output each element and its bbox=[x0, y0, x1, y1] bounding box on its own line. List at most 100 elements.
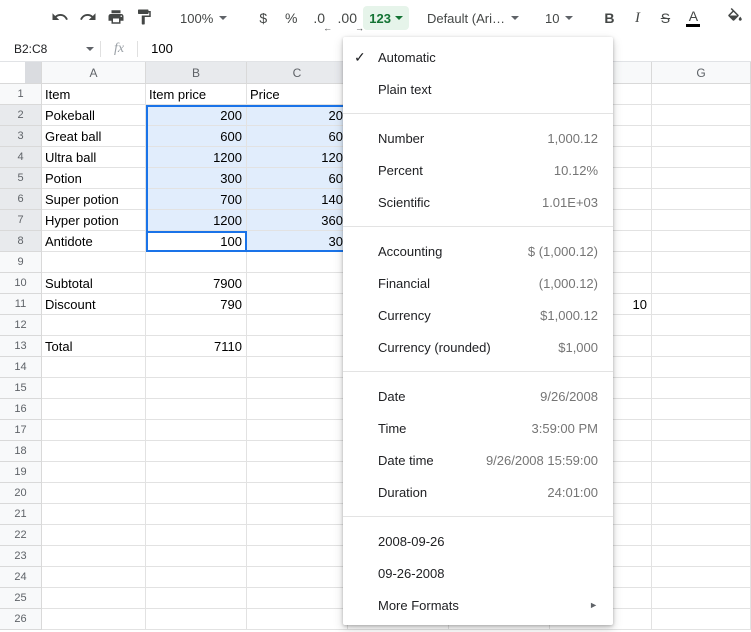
cell-C23[interactable] bbox=[247, 546, 348, 567]
row-header-23[interactable]: 23 bbox=[0, 546, 42, 567]
cell-C2[interactable]: 20 bbox=[247, 105, 348, 126]
cell-B14[interactable] bbox=[146, 357, 247, 378]
cell-C6[interactable]: 140 bbox=[247, 189, 348, 210]
row-header-16[interactable]: 16 bbox=[0, 399, 42, 420]
cell-C21[interactable] bbox=[247, 504, 348, 525]
cell-C18[interactable] bbox=[247, 441, 348, 462]
cell-G20[interactable] bbox=[652, 483, 751, 504]
row-header-3[interactable]: 3 bbox=[0, 126, 42, 147]
cell-B16[interactable] bbox=[146, 399, 247, 420]
row-header-22[interactable]: 22 bbox=[0, 525, 42, 546]
cell-C16[interactable] bbox=[247, 399, 348, 420]
cell-B11[interactable]: 790 bbox=[146, 294, 247, 315]
row-header-6[interactable]: 6 bbox=[0, 189, 42, 210]
cell-A18[interactable] bbox=[42, 441, 146, 462]
cell-B8[interactable]: 100 bbox=[146, 231, 247, 252]
cell-B22[interactable] bbox=[146, 525, 247, 546]
font-selector[interactable]: Default (Ari… bbox=[423, 11, 523, 26]
cell-C9[interactable] bbox=[247, 252, 348, 273]
cell-A7[interactable]: Hyper potion bbox=[42, 210, 146, 231]
cell-G16[interactable] bbox=[652, 399, 751, 420]
print-button[interactable] bbox=[102, 4, 130, 32]
cell-G24[interactable] bbox=[652, 567, 751, 588]
cell-B20[interactable] bbox=[146, 483, 247, 504]
cell-G23[interactable] bbox=[652, 546, 751, 567]
cell-A16[interactable] bbox=[42, 399, 146, 420]
cell-G21[interactable] bbox=[652, 504, 751, 525]
row-header-20[interactable]: 20 bbox=[0, 483, 42, 504]
cell-G12[interactable] bbox=[652, 315, 751, 336]
cell-C20[interactable] bbox=[247, 483, 348, 504]
cell-G6[interactable] bbox=[652, 189, 751, 210]
row-header-18[interactable]: 18 bbox=[0, 441, 42, 462]
cell-B5[interactable]: 300 bbox=[146, 168, 247, 189]
cell-G26[interactable] bbox=[652, 609, 751, 630]
cell-B2[interactable]: 200 bbox=[146, 105, 247, 126]
format-currency-button[interactable]: $ bbox=[249, 4, 277, 32]
column-header-A[interactable]: A bbox=[42, 62, 146, 84]
row-header-14[interactable]: 14 bbox=[0, 357, 42, 378]
cell-B19[interactable] bbox=[146, 462, 247, 483]
cell-A20[interactable] bbox=[42, 483, 146, 504]
menu-item-duration[interactable]: Duration24:01:00 bbox=[343, 476, 613, 508]
menu-item-automatic[interactable]: ✓Automatic bbox=[343, 41, 613, 73]
row-header-17[interactable]: 17 bbox=[0, 420, 42, 441]
cell-G19[interactable] bbox=[652, 462, 751, 483]
name-box[interactable]: B2:C8 bbox=[0, 42, 100, 56]
cell-B15[interactable] bbox=[146, 378, 247, 399]
column-header-G[interactable]: G bbox=[652, 62, 751, 84]
cell-G3[interactable] bbox=[652, 126, 751, 147]
cell-G17[interactable] bbox=[652, 420, 751, 441]
cell-G11[interactable] bbox=[652, 294, 751, 315]
menu-item-more-formats[interactable]: More Formats► bbox=[343, 589, 613, 621]
cell-B17[interactable] bbox=[146, 420, 247, 441]
cell-A8[interactable]: Antidote bbox=[42, 231, 146, 252]
cell-A10[interactable]: Subtotal bbox=[42, 273, 146, 294]
menu-item-currency-rounded[interactable]: Currency (rounded)$1,000 bbox=[343, 331, 613, 363]
cell-A21[interactable] bbox=[42, 504, 146, 525]
cell-C19[interactable] bbox=[247, 462, 348, 483]
cell-B7[interactable]: 1200 bbox=[146, 210, 247, 231]
font-size-selector[interactable]: 10 bbox=[537, 11, 581, 26]
cell-A1[interactable]: Item bbox=[42, 84, 146, 105]
cell-C15[interactable] bbox=[247, 378, 348, 399]
cell-G25[interactable] bbox=[652, 588, 751, 609]
cell-B21[interactable] bbox=[146, 504, 247, 525]
cell-B26[interactable] bbox=[146, 609, 247, 630]
zoom-selector[interactable]: 100% bbox=[172, 11, 235, 26]
cell-G10[interactable] bbox=[652, 273, 751, 294]
row-header-4[interactable]: 4 bbox=[0, 147, 42, 168]
cell-G14[interactable] bbox=[652, 357, 751, 378]
cell-G22[interactable] bbox=[652, 525, 751, 546]
row-header-26[interactable]: 26 bbox=[0, 609, 42, 630]
increase-decimal-button[interactable]: .00→ bbox=[333, 4, 361, 32]
cell-G15[interactable] bbox=[652, 378, 751, 399]
cell-B24[interactable] bbox=[146, 567, 247, 588]
format-percent-button[interactable]: % bbox=[277, 4, 305, 32]
strikethrough-button[interactable]: S bbox=[651, 4, 679, 32]
text-color-button[interactable]: A bbox=[679, 4, 707, 32]
cell-C14[interactable] bbox=[247, 357, 348, 378]
cell-B13[interactable]: 7110 bbox=[146, 336, 247, 357]
cell-B1[interactable]: Item price bbox=[146, 84, 247, 105]
fill-color-button[interactable] bbox=[721, 4, 749, 32]
cell-A3[interactable]: Great ball bbox=[42, 126, 146, 147]
cell-C11[interactable] bbox=[247, 294, 348, 315]
row-header-9[interactable]: 9 bbox=[0, 252, 42, 273]
menu-item-date-time[interactable]: Date time9/26/2008 15:59:00 bbox=[343, 444, 613, 476]
row-header-8[interactable]: 8 bbox=[0, 231, 42, 252]
row-header-15[interactable]: 15 bbox=[0, 378, 42, 399]
cell-A22[interactable] bbox=[42, 525, 146, 546]
cell-A2[interactable]: Pokeball bbox=[42, 105, 146, 126]
cell-A24[interactable] bbox=[42, 567, 146, 588]
cell-C5[interactable]: 60 bbox=[247, 168, 348, 189]
cell-C25[interactable] bbox=[247, 588, 348, 609]
cell-G13[interactable] bbox=[652, 336, 751, 357]
row-header-1[interactable]: 1 bbox=[0, 84, 42, 105]
row-header-24[interactable]: 24 bbox=[0, 567, 42, 588]
row-header-21[interactable]: 21 bbox=[0, 504, 42, 525]
cell-G1[interactable] bbox=[652, 84, 751, 105]
undo-button[interactable] bbox=[46, 4, 74, 32]
row-header-19[interactable]: 19 bbox=[0, 462, 42, 483]
cell-A23[interactable] bbox=[42, 546, 146, 567]
